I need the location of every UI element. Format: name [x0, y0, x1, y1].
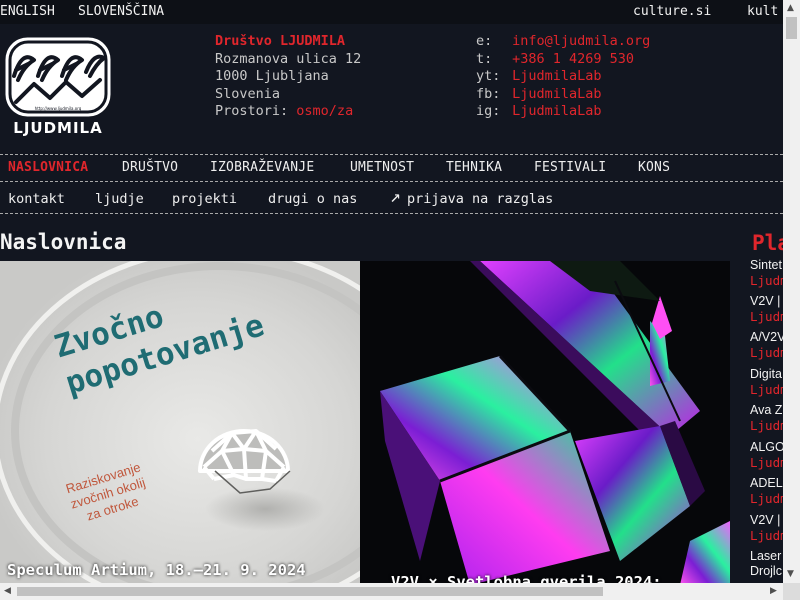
nav-kons[interactable]: KONS	[638, 160, 670, 175]
sidebar-item-sub: Ljudm	[750, 309, 783, 324]
crystals-image	[360, 261, 730, 585]
phone-label: t:	[476, 50, 493, 67]
facebook-link[interactable]: LjudmilaLab	[512, 86, 601, 102]
subnav-drugi-o-nas[interactable]: drugi o nas	[268, 191, 357, 207]
sidebar-item-sub: Ljudm	[750, 345, 783, 360]
instagram-label: ig:	[476, 103, 501, 119]
sidebar-item-sub: Ljudm	[750, 382, 783, 397]
phone-link[interactable]: +386 1 4269 530	[512, 51, 634, 67]
contact-block: e: info@ljudmila.org t: +386 1 4269 530 …	[476, 33, 650, 121]
vertical-scrollbar[interactable]: ▲ ▼	[783, 0, 800, 583]
ljudmila-logo[interactable]: http://www.ljudmila.org LJUDMILA	[4, 36, 112, 136]
horizontal-scrollbar[interactable]: ◀ ▶	[0, 583, 783, 600]
sidebar-item[interactable]: ALGOLjudm	[750, 440, 783, 470]
page-title: Naslovnica	[0, 230, 127, 254]
sidebar-item-title: ADEL	[750, 476, 783, 490]
email-link[interactable]: info@ljudmila.org	[512, 33, 650, 49]
lang-english-link[interactable]: ENGLISH	[0, 4, 55, 19]
logo-wordmark: LJUDMILA	[13, 119, 102, 136]
vertical-scroll-thumb[interactable]	[786, 17, 797, 39]
sidebar-item-sub: Ljudm	[750, 491, 783, 506]
youtube-label: yt:	[476, 68, 501, 84]
prostori-label: Prostori:	[215, 103, 289, 119]
youtube-link[interactable]: LjudmilaLab	[512, 68, 601, 84]
scroll-down-icon[interactable]: ▼	[787, 569, 794, 579]
upcoming-sidebar: Pla SintetLjudm V2V |Ljudm A/V2VLjudm Di…	[746, 230, 783, 585]
sidebar-item-title: V2V |	[750, 513, 781, 527]
nav-naslovnica[interactable]: NASLOVNICA	[8, 160, 88, 175]
main-nav: NASLOVNICA DRUŠTVO IZOBRAŽEVANJE UMETNOS…	[0, 155, 783, 180]
logo-url-text: http://www.ljudmila.org	[35, 106, 82, 111]
external-link-icon: ↗	[390, 186, 401, 207]
org-name: Društvo LJUDMILA	[215, 33, 346, 49]
sidebar-item[interactable]: V2V |Ljudm	[750, 294, 783, 324]
sidebar-item-title: V2V |	[750, 294, 781, 308]
sidebar-item[interactable]: DigitaLjudm	[750, 367, 783, 397]
sidebar-item[interactable]: A/V2VLjudm	[750, 330, 783, 360]
horizontal-scroll-thumb[interactable]	[17, 587, 603, 596]
subnav-kontakt[interactable]: kontakt	[8, 191, 65, 207]
nav-drustvo[interactable]: DRUŠTVO	[122, 160, 178, 175]
nav-festivali[interactable]: FESTIVALI	[534, 160, 606, 175]
sidebar-item[interactable]: ADELLjudm	[750, 476, 783, 506]
sidebar-item-title: Digita	[750, 367, 782, 381]
scroll-up-icon[interactable]: ▲	[787, 3, 794, 13]
prostori-link[interactable]: osmo/za	[296, 103, 353, 119]
nav-izobrazevanje[interactable]: IZOBRAŽEVANJE	[210, 160, 314, 175]
subnav-newsletter[interactable]: prijava na razglas	[407, 191, 553, 207]
sidebar-item-sub: Ljudm	[750, 418, 783, 433]
site-header	[0, 24, 783, 154]
sidebar-item[interactable]: V2V |Ljudm	[750, 513, 783, 543]
lang-slovenian-link[interactable]: SLOVENŠČINA	[78, 4, 164, 19]
country: Slovenia	[215, 85, 281, 102]
sidebar-item-title: Ava Z	[750, 403, 783, 417]
nav-tehnika[interactable]: TEHNIKA	[446, 160, 502, 175]
sub-nav: kontakt ljudje projekti drugi o nas ↗ pr…	[0, 183, 783, 213]
sidebar-item-title: ALGO	[750, 440, 783, 454]
city: 1000 Ljubljana	[215, 68, 329, 84]
sidebar-item-title: Sintet	[750, 258, 782, 272]
email-label: e:	[476, 33, 493, 49]
street: Rozmanova ulica 12	[215, 50, 362, 67]
sidebar-item[interactable]: Ava ZLjudm	[750, 403, 783, 433]
scroll-right-icon[interactable]: ▶	[770, 586, 777, 596]
divider	[0, 213, 783, 214]
feature-card-v2v[interactable]: V2V × Svetlobna gverila 2024:	[360, 261, 730, 585]
card-caption[interactable]: Speculum Artium, 18.–21. 9. 2024	[7, 561, 306, 579]
top-bar: ENGLISH SLOVENŠČINA culture.si kult	[0, 0, 783, 24]
nav-umetnost[interactable]: UMETNOST	[350, 160, 414, 175]
scroll-left-icon[interactable]: ◀	[4, 586, 11, 596]
instagram-link[interactable]: LjudmilaLab	[512, 103, 601, 119]
facebook-label: fb:	[476, 85, 501, 102]
address-block: Društvo LJUDMILA Rozmanova ulica 12 1000…	[215, 33, 361, 121]
sidebar-item-title: A/V2V	[750, 330, 783, 344]
divider	[0, 181, 783, 182]
subnav-projekti[interactable]: projekti	[172, 191, 237, 207]
sidebar-item[interactable]: Laser Drojlc	[750, 549, 782, 579]
kult-link[interactable]: kult	[747, 4, 778, 19]
sidebar-item-sub: Ljudm	[750, 528, 783, 543]
subnav-ljudje[interactable]: ljudje	[95, 191, 144, 207]
culture-si-link[interactable]: culture.si	[633, 4, 711, 19]
sidebar-item-sub: Ljudm	[750, 273, 783, 288]
sidebar-item-title: Laser	[750, 549, 782, 563]
sidebar-item-sub: Drojlc	[750, 564, 782, 578]
sidebar-item-sub: Ljudm	[750, 455, 783, 470]
sidebar-item[interactable]: SintetLjudm	[750, 258, 783, 288]
sidebar-title: Pla	[752, 231, 783, 255]
scrollbar-corner	[783, 583, 800, 600]
